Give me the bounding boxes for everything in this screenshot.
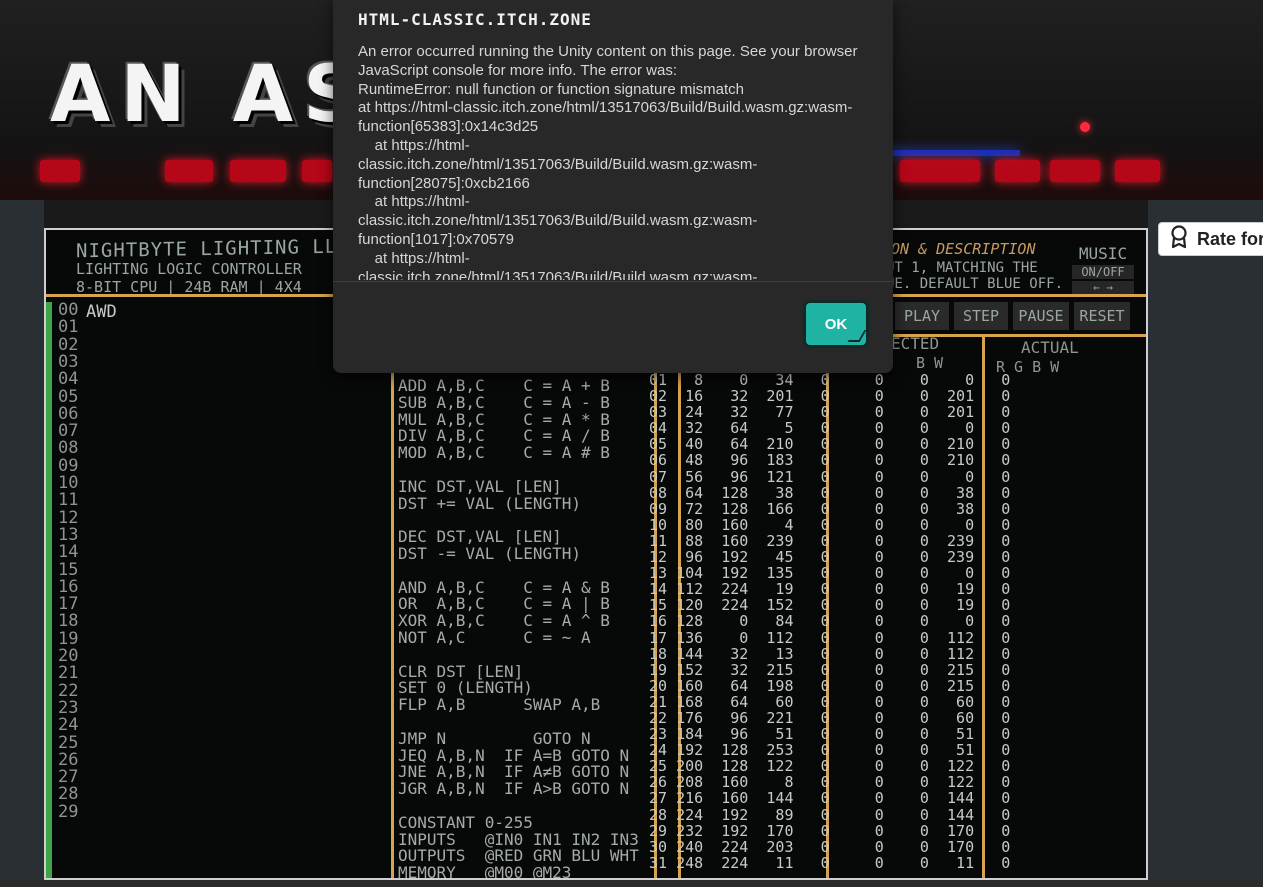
- table-row: 06 48 96 183 0 0 0 210 0: [649, 451, 1011, 470]
- step-button[interactable]: STEP: [954, 302, 1008, 330]
- table-row: 11 88 160 239 0 0 0 239 0: [649, 531, 1011, 550]
- led-segment: [230, 160, 286, 182]
- description-line2: UE. DEFAULT BLUE OFF.: [886, 276, 1064, 292]
- led-segment: [1050, 160, 1100, 182]
- reference-line: MEMORY @M00 @M23: [398, 863, 572, 880]
- award-icon: [1169, 224, 1189, 254]
- table-row: 19 152 32 215 0 0 0 215 0: [649, 660, 1011, 679]
- led-segment: [165, 160, 213, 182]
- table-row: 17 136 0 112 0 0 0 112 0: [649, 628, 1011, 647]
- music-label: MUSIC: [1078, 244, 1128, 263]
- reference-line: JMP N GOTO N: [398, 728, 591, 748]
- table-row: 15 120 224 152 0 0 0 19 0: [649, 596, 1011, 615]
- led-segment: [40, 160, 80, 182]
- table-row: 09 72 128 166 0 0 0 38 0: [649, 499, 1011, 518]
- line-number: 01: [58, 317, 79, 338]
- reference-line: CONSTANT 0-255: [398, 812, 533, 832]
- table-row: 26 208 160 8 0 0 0 122 0: [649, 773, 1011, 792]
- line-number: 11: [58, 490, 79, 511]
- table-row: 28 224 192 89 0 0 0 144 0: [649, 805, 1011, 824]
- reference-line: DST += VAL (LENGTH): [398, 493, 582, 513]
- actual-header: ACTUAL: [1021, 338, 1079, 357]
- ok-button[interactable]: OK: [803, 300, 869, 348]
- table-row: 21 168 64 60 0 0 0 60 0: [649, 692, 1011, 711]
- table-row: 31 248 224 11 0 0 0 11 0: [649, 853, 1011, 872]
- io-table: 01 8 0 34 0 0 0 0 0 02 16 32 201 0 0 0 20…: [649, 372, 1010, 871]
- line-number: 24: [58, 715, 79, 736]
- reference-line: DST -= VAL (LENGTH): [398, 543, 582, 563]
- table-row: 23 184 96 51 0 0 0 51 0: [649, 725, 1011, 744]
- resize-corner-icon: [847, 330, 867, 342]
- table-row: 01 8 0 34 0 0 0 0 0: [649, 371, 1011, 389]
- description-header: ON & DESCRIPTION: [891, 240, 1036, 258]
- led-segment: [900, 160, 980, 182]
- code-line-0[interactable]: AWD: [86, 302, 117, 322]
- table-row: 05 40 64 210 0 0 0 210 0: [649, 435, 1011, 454]
- ok-button-label: OK: [824, 315, 848, 333]
- description-line1: UT 1, MATCHING THE: [886, 260, 1038, 276]
- table-row: 08 64 128 38 0 0 0 38 0: [649, 483, 1011, 502]
- table-row: 16 128 0 84 0 0 0 0 0: [649, 612, 1011, 631]
- bottom-scrollbar[interactable]: [0, 880, 1263, 887]
- led-segment: [995, 160, 1040, 182]
- rate-button-label: Rate for: [1197, 228, 1263, 249]
- table-row: 10 80 160 4 0 0 0 0 0: [649, 515, 1011, 534]
- led-segment: [302, 160, 332, 182]
- table-row: 03 24 32 77 0 0 0 201 0: [649, 403, 1011, 422]
- line-number: 14: [58, 542, 79, 563]
- reference-line: NOT A,C C = ~ A: [398, 627, 591, 647]
- reference-line: MOD A,B,C C = A # B: [398, 443, 610, 463]
- line-number: 21: [58, 663, 79, 684]
- play-button[interactable]: PLAY: [895, 302, 949, 330]
- table-row: 13 104 192 135 0 0 0 0 0: [649, 564, 1011, 583]
- right-backdrop: [1148, 200, 1263, 887]
- rate-button[interactable]: Rate for: [1158, 222, 1263, 256]
- code-editor[interactable]: 00 01 02 03 04 05 06 07 08 09 10 11 12 13 14 15 16 17 18 19…: [46, 301, 391, 878]
- table-row: 12 96 192 45 0 0 0 239 0: [649, 548, 1011, 567]
- table-row: 07 56 96 121 0 0 0 0 0: [649, 467, 1011, 486]
- table-row: 24 192 128 253 0 0 0 51 0: [649, 741, 1011, 760]
- music-control[interactable]: MUSIC ON/OFF ← →: [1072, 244, 1134, 294]
- pause-button[interactable]: PAUSE: [1013, 302, 1069, 330]
- music-arrows[interactable]: ← →: [1072, 281, 1134, 294]
- reset-button[interactable]: RESET: [1074, 302, 1130, 330]
- table-row: 27 216 160 144 0 0 0 144 0: [649, 789, 1011, 808]
- music-toggle[interactable]: ON/OFF: [1072, 265, 1134, 279]
- instruction-reference: ADD A,B,C C = A + B SUB A,B,C C = A - B MU…: [398, 377, 639, 880]
- led-segment: [1115, 160, 1160, 182]
- game-header-title: NIGHTBYTE LIGHTING LL: [76, 235, 338, 263]
- red-indicator-dot: [1080, 122, 1090, 132]
- expected-columns: B W: [916, 354, 944, 372]
- reference-line: FLP A,B SWAP A,B: [398, 695, 601, 715]
- dialog-message: An error occurred running the Unity cont…: [358, 43, 858, 280]
- dialog-title: HTML-CLASSIC.ITCH.ZONE: [358, 10, 592, 29]
- table-row: 18 144 32 13 0 0 0 112 0: [649, 644, 1011, 663]
- table-row: 30 240 224 203 0 0 0 170 0: [649, 837, 1011, 856]
- left-backdrop: [0, 200, 44, 887]
- line-number: 04: [58, 369, 79, 390]
- table-row: 02 16 32 201 0 0 0 201 0: [649, 387, 1011, 406]
- table-row: 25 200 128 122 0 0 0 122 0: [649, 757, 1011, 776]
- table-row: 20 160 64 198 0 0 0 215 0: [649, 676, 1011, 695]
- table-row: 04 32 64 5 0 0 0 0 0: [649, 419, 1011, 438]
- dialog-divider: [333, 281, 893, 282]
- reference-line: JGR A,B,N IF A>B GOTO N: [398, 779, 630, 799]
- table-row: 22 176 96 221 0 0 0 60 0: [649, 708, 1011, 727]
- table-row: 29 232 192 170 0 0 0 170 0: [649, 821, 1011, 840]
- expected-header: ECTED: [891, 334, 940, 353]
- game-header-subtitle: LIGHTING LOGIC CONTROLLER: [76, 260, 302, 278]
- line-number: 29: [58, 801, 79, 822]
- table-row: 14 112 224 19 0 0 0 19 0: [649, 580, 1011, 599]
